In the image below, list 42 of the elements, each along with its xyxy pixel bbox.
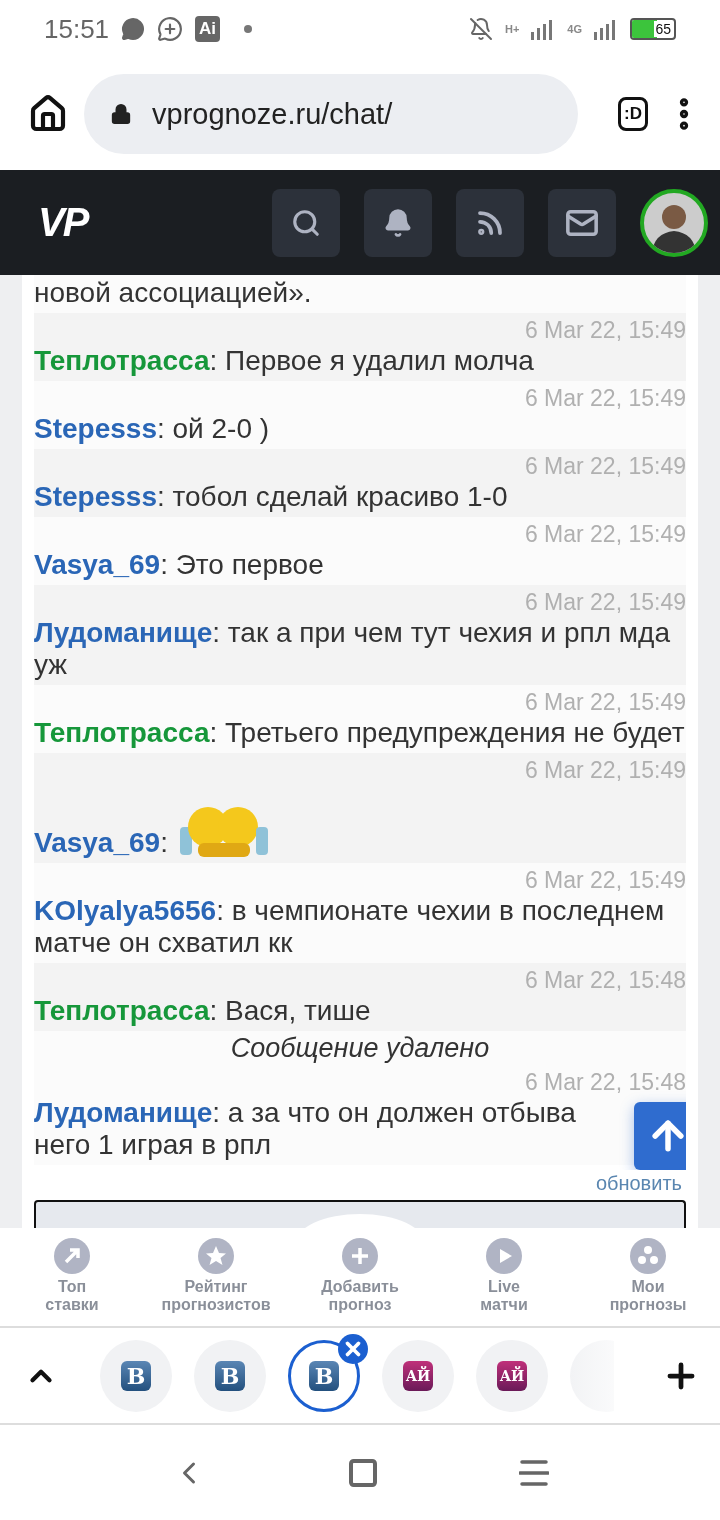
nav-item[interactable]: Рейтинг прогнозистов: [144, 1228, 288, 1326]
message-time: 6 Mar 22, 15:49: [523, 452, 686, 481]
message-time: 6 Mar 22, 15:48: [523, 966, 686, 995]
nav-item[interactable]: Топ ставки: [0, 1228, 144, 1326]
nav-item[interactable]: Live матчи: [432, 1228, 576, 1326]
message-text: Stepesss: тобол сделай красиво 1-0: [34, 481, 509, 513]
network-label: H+: [504, 23, 520, 35]
message-text: KOlyalya5656: в чемпионате чехии в последнем матче он схватил кк: [34, 895, 666, 959]
network-label: 4G: [567, 23, 582, 35]
browser-tab[interactable]: АЙ: [476, 1339, 548, 1412]
author-name[interactable]: Vasya_69: [34, 827, 161, 859]
battery-icon: 65: [630, 18, 676, 40]
nav-item[interactable]: Мои прогнозы: [576, 1228, 720, 1326]
message-text: Лудоманище: так а при чем тут чехия и рпл мда уж: [34, 617, 671, 681]
status-time: 15:51: [44, 13, 110, 45]
message-time: 6 Mar 22, 15:49: [523, 588, 686, 617]
refresh-link[interactable]: обновить: [595, 1170, 682, 1196]
browser-tab[interactable]: АЙ: [382, 1339, 454, 1412]
browser-tab[interactable]: В: [288, 1339, 360, 1412]
address-field[interactable]: vprognoze.ru/chat/: [84, 74, 579, 154]
message-text: Теплотрасса: Первое я удалил молча: [34, 345, 535, 377]
message-text: Лудоманище: а за что он должен отбыва него 1 играя в рпл: [34, 1097, 577, 1161]
message-text: новой ассоциацией».: [34, 277, 313, 309]
site-logo[interactable]: VP: [38, 200, 88, 245]
message-text: Теплотрасса: Вася, тише: [34, 995, 372, 1027]
extension-button[interactable]: :D: [618, 97, 648, 131]
browser-tab[interactable]: В: [194, 1339, 266, 1412]
message-time: 6 Mar 22, 15:49: [523, 384, 686, 413]
message-time: 6 Mar 22, 15:49: [523, 316, 686, 345]
message-time: 6 Mar 22, 15:49: [523, 520, 686, 549]
message-time: 6 Mar 22, 15:49: [523, 688, 686, 717]
app-badge: Ai: [195, 16, 221, 42]
message-time: 6 Mar 22, 15:48: [523, 1068, 686, 1097]
message-text: Vasya_69: Это первое: [34, 549, 325, 581]
message-time: 6 Mar 22, 15:49: [523, 866, 686, 895]
browser-tab[interactable]: В: [100, 1339, 172, 1412]
nav-item[interactable]: Добавить прогноз: [288, 1228, 432, 1326]
message-time: 6 Mar 22, 15:49: [523, 756, 686, 785]
colon: :: [160, 827, 168, 859]
message-text: Stepesss: ой 2-0 ): [34, 413, 271, 445]
deleted-notice: Сообщение удалено: [34, 1031, 686, 1065]
message-text: Теплотрасса: Третьего предупреждения не будет: [34, 717, 686, 749]
